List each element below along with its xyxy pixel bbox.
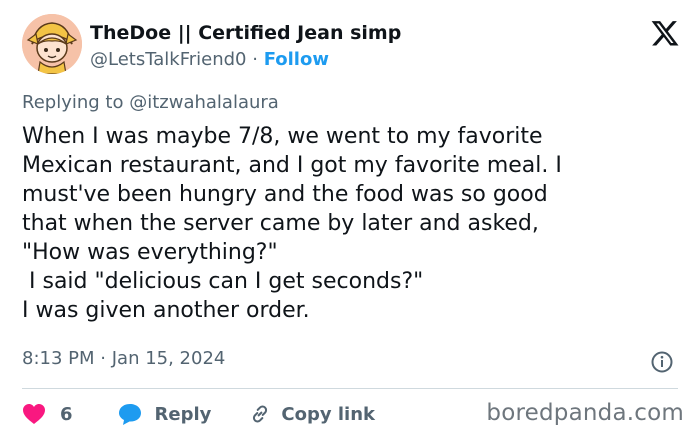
tweet-text: When I was maybe 7/8, we went to my favo… <box>22 124 562 323</box>
tweet-date: Jan 15, 2024 <box>111 348 226 369</box>
like-button[interactable]: 6 <box>22 403 73 425</box>
watermark: boredpanda.com <box>486 400 684 426</box>
reply-button[interactable]: Reply <box>117 402 212 426</box>
tweet-timestamp[interactable]: 8:13 PM · Jan 15, 2024 <box>22 348 225 369</box>
like-count: 6 <box>60 403 73 425</box>
replying-to: Replying to @itzwahalalaura <box>22 92 279 113</box>
action-bar: 6 Reply Copy link <box>22 400 375 428</box>
copy-link-button[interactable]: Copy link <box>249 403 375 425</box>
user-handle[interactable]: @LetsTalkFriend0 <box>90 49 247 70</box>
handle-row: @LetsTalkFriend0 · Follow <box>90 49 329 70</box>
handle-separator: · <box>252 49 258 70</box>
reply-bubble-icon <box>118 404 141 425</box>
divider <box>22 388 678 389</box>
heart-icon <box>23 404 45 424</box>
anime-character-avatar-icon <box>22 14 82 74</box>
avatar[interactable] <box>22 14 82 74</box>
tweet-header: TheDoe || Certified Jean simp @LetsTalkF… <box>22 14 682 80</box>
x-logo-icon[interactable] <box>650 18 680 48</box>
copy-link-label: Copy link <box>281 403 375 425</box>
reply-label: Reply <box>154 403 212 425</box>
replying-prefix: Replying to <box>22 92 124 113</box>
follow-button[interactable]: Follow <box>264 49 329 70</box>
link-icon <box>253 405 268 423</box>
display-name[interactable]: TheDoe || Certified Jean simp <box>90 22 401 44</box>
meta-separator: · <box>100 348 106 369</box>
tweet-time: 8:13 PM <box>22 348 95 369</box>
info-icon[interactable] <box>650 350 674 374</box>
reply-mention-link[interactable]: @itzwahalalaura <box>129 92 279 113</box>
